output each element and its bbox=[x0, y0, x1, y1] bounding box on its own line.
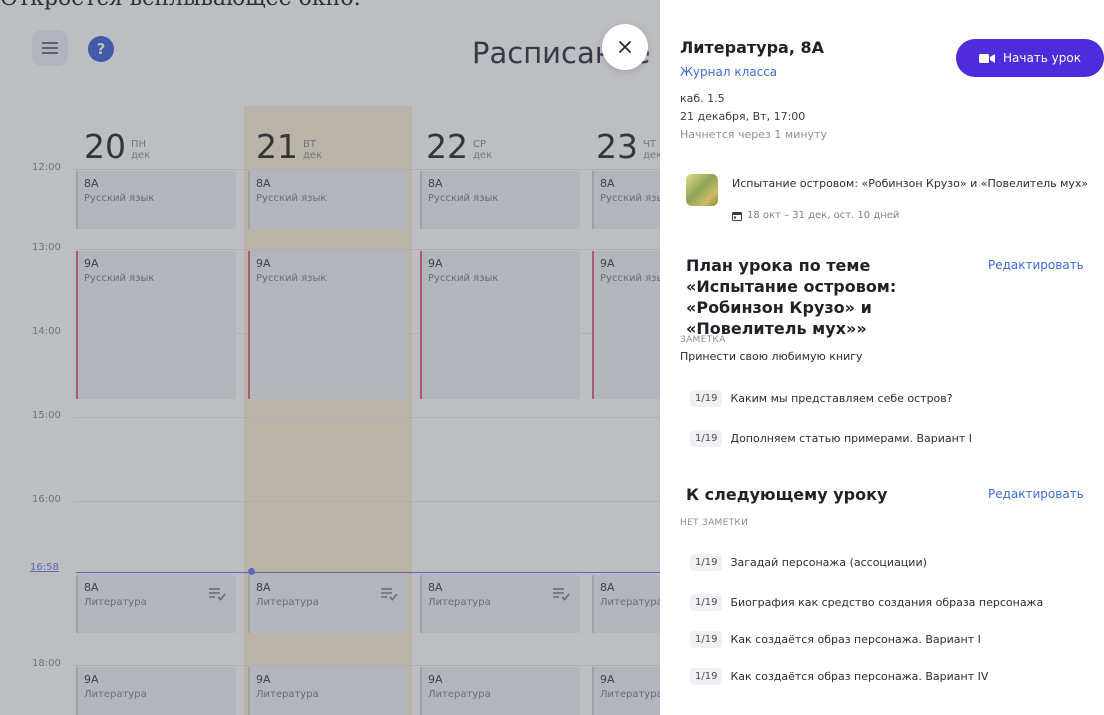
task-label: Дополняем статью примерами. Вариант I bbox=[730, 432, 973, 445]
edit-plan-link[interactable]: Редактировать bbox=[988, 258, 1084, 272]
topic-card[interactable]: Испытание островом: «Робинзон Крузо» и «… bbox=[686, 165, 1096, 235]
note-text: Принести свою любимую книгу bbox=[680, 350, 863, 363]
lesson-plan-title: План урока по теме «Испытание островом: … bbox=[686, 256, 897, 338]
room: каб. 1.5 bbox=[680, 92, 725, 105]
task-badge: 1/19 bbox=[690, 390, 723, 407]
task-item[interactable]: 1/19 Каким мы представляем себе остров? bbox=[690, 390, 953, 407]
task-item[interactable]: 1/19 Загадай персонажа (ассоциации) bbox=[690, 554, 927, 571]
task-item[interactable]: 1/19 Биография как средство создания обр… bbox=[690, 594, 1043, 611]
task-item[interactable]: 1/19 Как создаётся образ персонажа. Вари… bbox=[690, 631, 981, 648]
class-journal-link[interactable]: Журнал класса bbox=[680, 65, 777, 79]
start-lesson-label: Начать урок bbox=[1002, 51, 1081, 65]
note-label: ЗАМЕТКА bbox=[680, 335, 726, 345]
task-label: Как создаётся образ персонажа. Вариант I… bbox=[730, 670, 989, 683]
topic-thumbnail bbox=[686, 174, 718, 206]
task-item[interactable]: 1/19 Как создаётся образ персонажа. Вари… bbox=[690, 668, 988, 685]
task-label: Как создаётся образ персонажа. Вариант I bbox=[730, 633, 981, 646]
task-badge: 1/19 bbox=[690, 554, 723, 571]
edit-next-link[interactable]: Редактировать bbox=[988, 487, 1084, 501]
task-badge: 1/19 bbox=[690, 668, 723, 685]
task-item[interactable]: 1/19 Дополняем статью примерами. Вариант… bbox=[690, 430, 972, 447]
start-lesson-button[interactable]: Начать урок bbox=[956, 39, 1104, 77]
modal-backdrop[interactable] bbox=[0, 0, 660, 715]
lesson-title: Литература, 8А bbox=[680, 38, 824, 57]
video-camera-icon bbox=[978, 53, 995, 63]
calendar-icon bbox=[732, 211, 742, 221]
lesson-details-panel: Литература, 8А Журнал класса Начать урок… bbox=[660, 10, 1104, 715]
lesson-datetime: 21 декабря, Вт, 17:00 bbox=[680, 110, 806, 123]
task-label: Загадай персонажа (ассоциации) bbox=[730, 556, 927, 569]
task-label: Биография как средство создания образа п… bbox=[730, 596, 1044, 609]
close-icon bbox=[619, 41, 631, 53]
topic-title: Испытание островом: «Робинзон Крузо» и «… bbox=[732, 177, 1089, 190]
task-badge: 1/19 bbox=[690, 631, 723, 648]
topic-dates: 18 окт – 31 дек, ост. 10 дней bbox=[747, 210, 900, 221]
no-note-label: НЕТ ЗАМЕТКИ bbox=[680, 518, 749, 528]
task-label: Каким мы представляем себе остров? bbox=[730, 392, 953, 405]
starts-in-text: Начнется через 1 минуту bbox=[680, 128, 827, 141]
task-badge: 1/19 bbox=[690, 594, 723, 611]
task-badge: 1/19 bbox=[690, 430, 723, 447]
next-lesson-title: К следующему уроку bbox=[686, 485, 888, 504]
close-button[interactable] bbox=[602, 24, 648, 70]
